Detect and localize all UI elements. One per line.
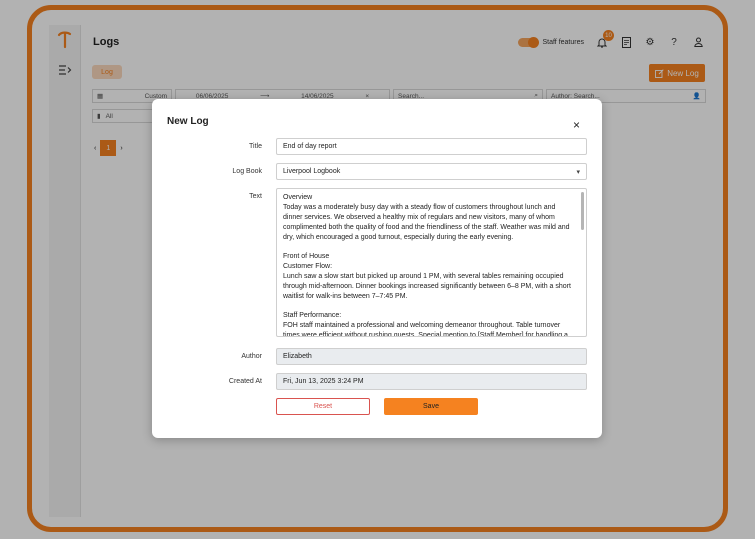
author-field: Elizabeth — [276, 348, 587, 365]
new-log-modal: New Log × Title End of day report Log Bo… — [152, 99, 602, 438]
save-button[interactable]: Save — [384, 398, 478, 415]
text-line: Overview — [283, 194, 313, 201]
logbook-select[interactable]: Liverpool Logbook ▾ — [276, 163, 587, 180]
close-icon[interactable]: × — [573, 119, 580, 131]
chevron-down-icon: ▾ — [576, 169, 580, 176]
text-area[interactable]: Overview Today was a moderately busy day… — [276, 188, 587, 337]
text-line-blank — [283, 302, 576, 311]
author-label: Author — [241, 353, 262, 360]
logbook-select-value: Liverpool Logbook — [283, 168, 341, 175]
text-line: Staff Performance: — [283, 312, 342, 319]
created-at-label: Created At — [228, 378, 262, 385]
title-input[interactable]: End of day report — [276, 138, 587, 155]
text-line: FOH staff maintained a professional and … — [283, 322, 568, 337]
reset-button[interactable]: Reset — [276, 398, 370, 415]
created-at-field: Fri, Jun 13, 2025 3:24 PM — [276, 373, 587, 390]
modal-title: New Log — [167, 116, 209, 127]
text-line-blank — [283, 243, 576, 252]
text-label: Text — [249, 193, 262, 200]
logbook-label: Log Book — [232, 168, 262, 175]
text-line: Customer Flow: — [283, 263, 333, 270]
text-line: Today was a moderately busy day with a s… — [283, 204, 570, 241]
textarea-scrollbar[interactable] — [581, 192, 584, 230]
text-line: Lunch saw a slow start but picked up aro… — [283, 273, 571, 300]
title-label: Title — [249, 143, 262, 150]
text-line: Front of House — [283, 253, 330, 260]
